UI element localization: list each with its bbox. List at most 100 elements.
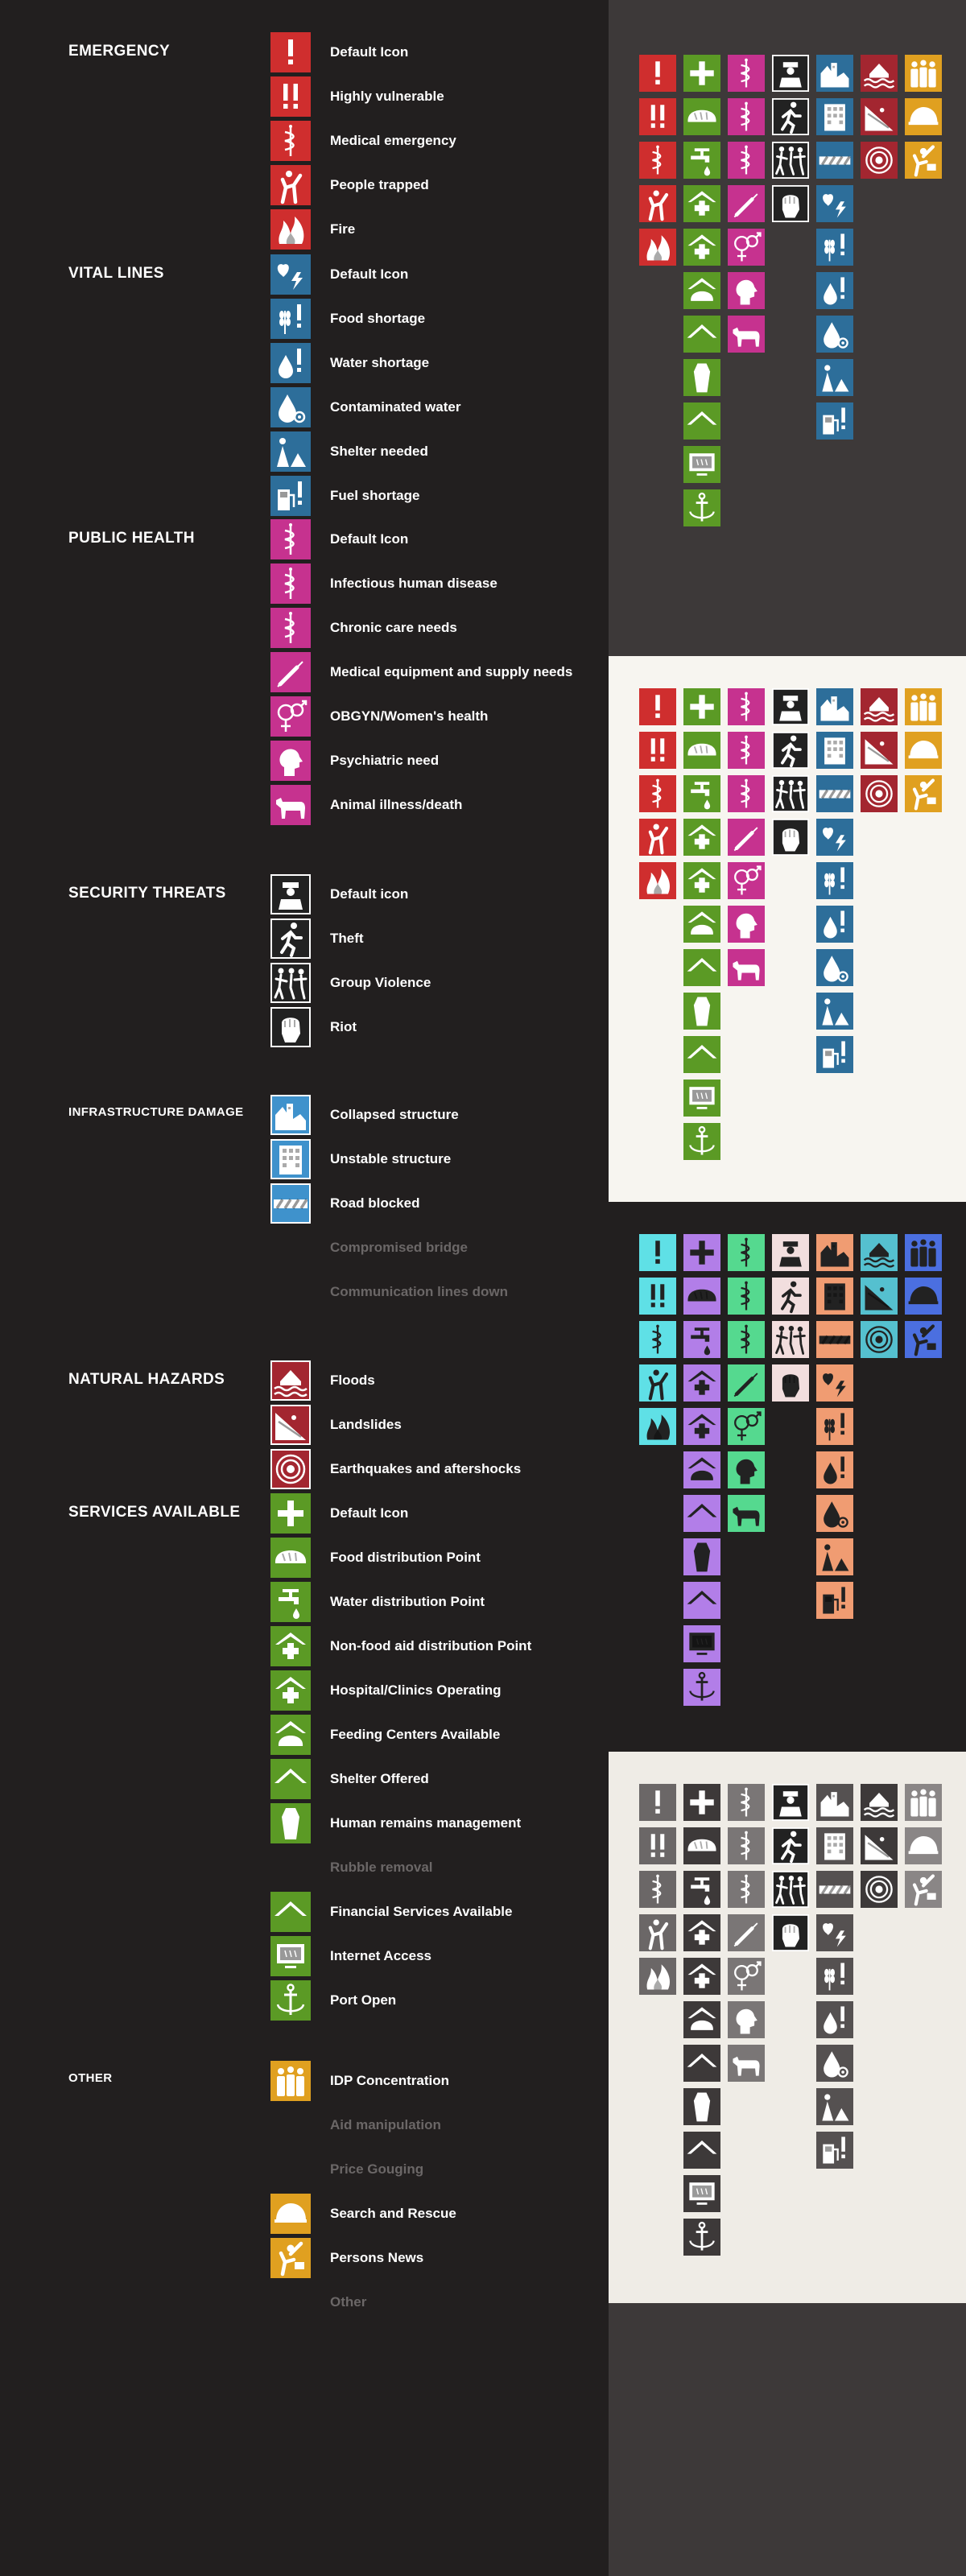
- target-icon: [861, 1321, 898, 1358]
- person-trapped-icon: [639, 819, 676, 856]
- caduceus-icon: [639, 1321, 676, 1358]
- plus-icon: [683, 1234, 720, 1271]
- roof-bread-icon: [683, 906, 720, 943]
- fist-icon: [772, 819, 809, 856]
- target-icon: [270, 1449, 311, 1489]
- plus-icon: [270, 1493, 311, 1534]
- syringe-icon: [728, 185, 765, 222]
- legend-label: Theft: [330, 931, 364, 946]
- caduceus-icon: [639, 775, 676, 812]
- target-icon: [861, 775, 898, 812]
- roof-icon: [683, 1036, 720, 1073]
- group-violence-icon: [772, 142, 809, 179]
- gender-icon: [728, 1958, 765, 1995]
- caduceus-icon: [639, 1871, 676, 1908]
- people-group-icon: [905, 1784, 942, 1821]
- house-plus-icon: [683, 862, 720, 899]
- plus-icon: [683, 1784, 720, 1821]
- house-plus-icon: [683, 229, 720, 266]
- roof-bread-icon: [270, 1715, 311, 1755]
- fire-icon: [639, 1408, 676, 1445]
- person-news-icon: [270, 2238, 311, 2278]
- building-icon: [816, 732, 853, 769]
- legend-row: Aid manipulation: [0, 2105, 609, 2147]
- roof-icon: [683, 1495, 720, 1532]
- fuel-exclamation-icon: [816, 1036, 853, 1073]
- faucet-icon: [683, 1321, 720, 1358]
- caduceus-icon: [639, 142, 676, 179]
- caduceus-icon: [728, 1827, 765, 1864]
- fire-icon: [639, 229, 676, 266]
- road-block-icon: [270, 1183, 311, 1224]
- legend-row: Medical emergency: [0, 121, 609, 163]
- legend-label: Default Icon: [330, 266, 409, 282]
- computer-icon: [270, 1936, 311, 1976]
- roof-icon: [270, 1759, 311, 1799]
- caduceus-icon: [728, 1278, 765, 1315]
- police-icon: [772, 1234, 809, 1271]
- legend-row: Default Icon: [0, 1493, 609, 1535]
- computer-icon: [683, 2175, 720, 2212]
- person-news-icon: [905, 1321, 942, 1358]
- computer-icon: [683, 1080, 720, 1117]
- caduceus-icon: [639, 775, 676, 812]
- road-block-icon: [816, 1321, 853, 1358]
- running-thief-icon: [772, 1278, 809, 1315]
- fist-icon: [772, 1364, 809, 1402]
- roof-icon: [683, 316, 720, 353]
- anchor-icon: [683, 2219, 720, 2256]
- fist-icon: [772, 819, 809, 856]
- house-plus-icon: [683, 229, 720, 266]
- heart-bolt-icon: [816, 1364, 853, 1402]
- legend-label: Group Violence: [330, 975, 431, 990]
- caduceus-icon: [728, 688, 765, 725]
- heart-bolt-icon: [816, 1914, 853, 1951]
- legend-row: Hospital/Clinics Operating: [0, 1670, 609, 1712]
- legend-row: Unstable structure: [0, 1139, 609, 1181]
- legend-row: Infectious human disease: [0, 564, 609, 605]
- road-block-icon: [816, 775, 853, 812]
- plus-icon: [683, 688, 720, 725]
- gender-icon: [270, 696, 311, 737]
- legend-label: Food shortage: [330, 311, 426, 326]
- anchor-icon: [270, 1980, 311, 2021]
- legend-label: Medical emergency: [330, 133, 456, 148]
- syringe-icon: [728, 1364, 765, 1402]
- person-trapped-icon: [270, 165, 311, 205]
- caduceus-icon: [270, 564, 311, 604]
- group-violence-icon: [270, 963, 311, 1003]
- syringe-icon: [728, 1914, 765, 1951]
- caduceus-icon: [728, 1827, 765, 1864]
- head-icon: [270, 741, 311, 781]
- drop-exclamation-icon: [816, 272, 853, 309]
- exclamation-icon: [639, 688, 676, 725]
- wheat-exclamation-icon: [270, 299, 311, 339]
- person-tent-icon: [816, 359, 853, 396]
- legend-label: Unstable structure: [330, 1151, 452, 1166]
- bread-icon: [270, 1538, 311, 1578]
- person-tent-icon: [816, 359, 853, 396]
- head-icon: [728, 272, 765, 309]
- building-icon: [270, 1139, 311, 1179]
- person-news-icon: [905, 1871, 942, 1908]
- fist-icon: [772, 185, 809, 222]
- drop-biohazard-icon: [816, 949, 853, 986]
- caduceus-icon: [270, 519, 311, 559]
- caduceus-icon: [728, 1784, 765, 1821]
- helmet-icon: [905, 98, 942, 135]
- flood-icon: [270, 1360, 311, 1401]
- house-plus-icon: [270, 1626, 311, 1666]
- legend-label: Shelter Offered: [330, 1771, 429, 1786]
- group-violence-icon: [772, 775, 809, 812]
- person-trapped-icon: [639, 1914, 676, 1951]
- fist-icon: [772, 1914, 809, 1951]
- roof-icon: [683, 402, 720, 440]
- caduceus-icon: [728, 1871, 765, 1908]
- caduceus-icon: [728, 1234, 765, 1271]
- roof-icon: [683, 1036, 720, 1073]
- syringe-icon: [728, 819, 765, 856]
- house-plus-icon: [683, 1958, 720, 1995]
- legend-label: Human remains management: [330, 1815, 522, 1831]
- double-exclamation-icon: [639, 732, 676, 769]
- legend-row: Collapsed structure: [0, 1095, 609, 1137]
